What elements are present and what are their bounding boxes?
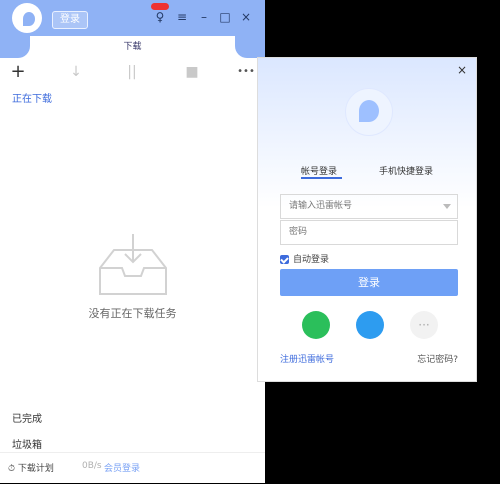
login-submit-button[interactable]: 登录 [280,269,458,296]
clock-icon: ⏱ [8,464,16,474]
add-icon[interactable]: + [8,62,28,82]
tab-strip: 下载 [0,36,265,58]
skin-icon[interactable]: ♀ [152,9,168,25]
section-downloading[interactable]: 正在下载 [12,90,52,105]
active-tab-indicator [301,177,342,179]
download-plan-link[interactable]: ⏱ 下载计划 [8,461,54,474]
pause-icon[interactable]: || [122,62,142,82]
qq-icon[interactable] [356,311,384,339]
auto-login-checkbox[interactable]: 自动登录 [280,252,329,265]
empty-message: 没有正在下载任务 [88,307,177,320]
download-window: 登录 ♀ ≡ – □ × 下载 + ↓ || ■ ••• 正在下载 没有正在下载… [0,0,265,483]
download-icon[interactable]: ↓ [66,62,86,82]
more-icon[interactable]: ••• [236,62,256,82]
wechat-icon[interactable] [302,311,330,339]
close-icon[interactable]: × [454,62,470,78]
member-login-link[interactable]: 会员登录 [104,461,140,474]
checkbox-icon[interactable] [280,255,289,264]
tab-phone-login[interactable]: 手机快捷登录 [379,164,433,177]
sidebar-item-completed[interactable]: 已完成 [12,410,42,425]
minimize-icon[interactable]: – [196,9,212,25]
speed-indicator: 0B/s [82,461,102,471]
forgot-password-link[interactable]: 忘记密码? [417,352,458,365]
login-dialog: × 帐号登录 手机快捷登录 请输入迅雷帐号 密码 自动登录 登录 ··· 注册迅… [257,57,477,382]
app-logo [345,88,393,136]
delete-icon[interactable]: ■ [182,62,202,82]
close-icon[interactable]: × [238,9,254,25]
empty-inbox-icon [99,234,167,295]
chevron-down-icon[interactable] [443,204,451,209]
maximize-icon[interactable]: □ [217,9,233,25]
menu-icon[interactable]: ≡ [174,9,190,25]
tab-account-login[interactable]: 帐号登录 [301,164,337,177]
login-button[interactable]: 登录 [52,11,88,29]
password-input[interactable]: 密码 [280,220,458,245]
sidebar-item-trash[interactable]: 垃圾箱 [12,436,42,451]
username-input[interactable]: 请输入迅雷帐号 [280,194,458,219]
app-logo[interactable] [12,3,42,33]
register-link[interactable]: 注册迅雷帐号 [280,352,334,365]
status-bar: ⏱ 下载计划 0B/s 会员登录 [0,452,265,484]
title-bar: 登录 ♀ ≡ – □ × [0,0,265,36]
toolbar: + ↓ || ■ ••• [0,60,265,84]
more-login-icon[interactable]: ··· [410,311,438,339]
tab-downloads[interactable]: 下载 [0,39,265,52]
